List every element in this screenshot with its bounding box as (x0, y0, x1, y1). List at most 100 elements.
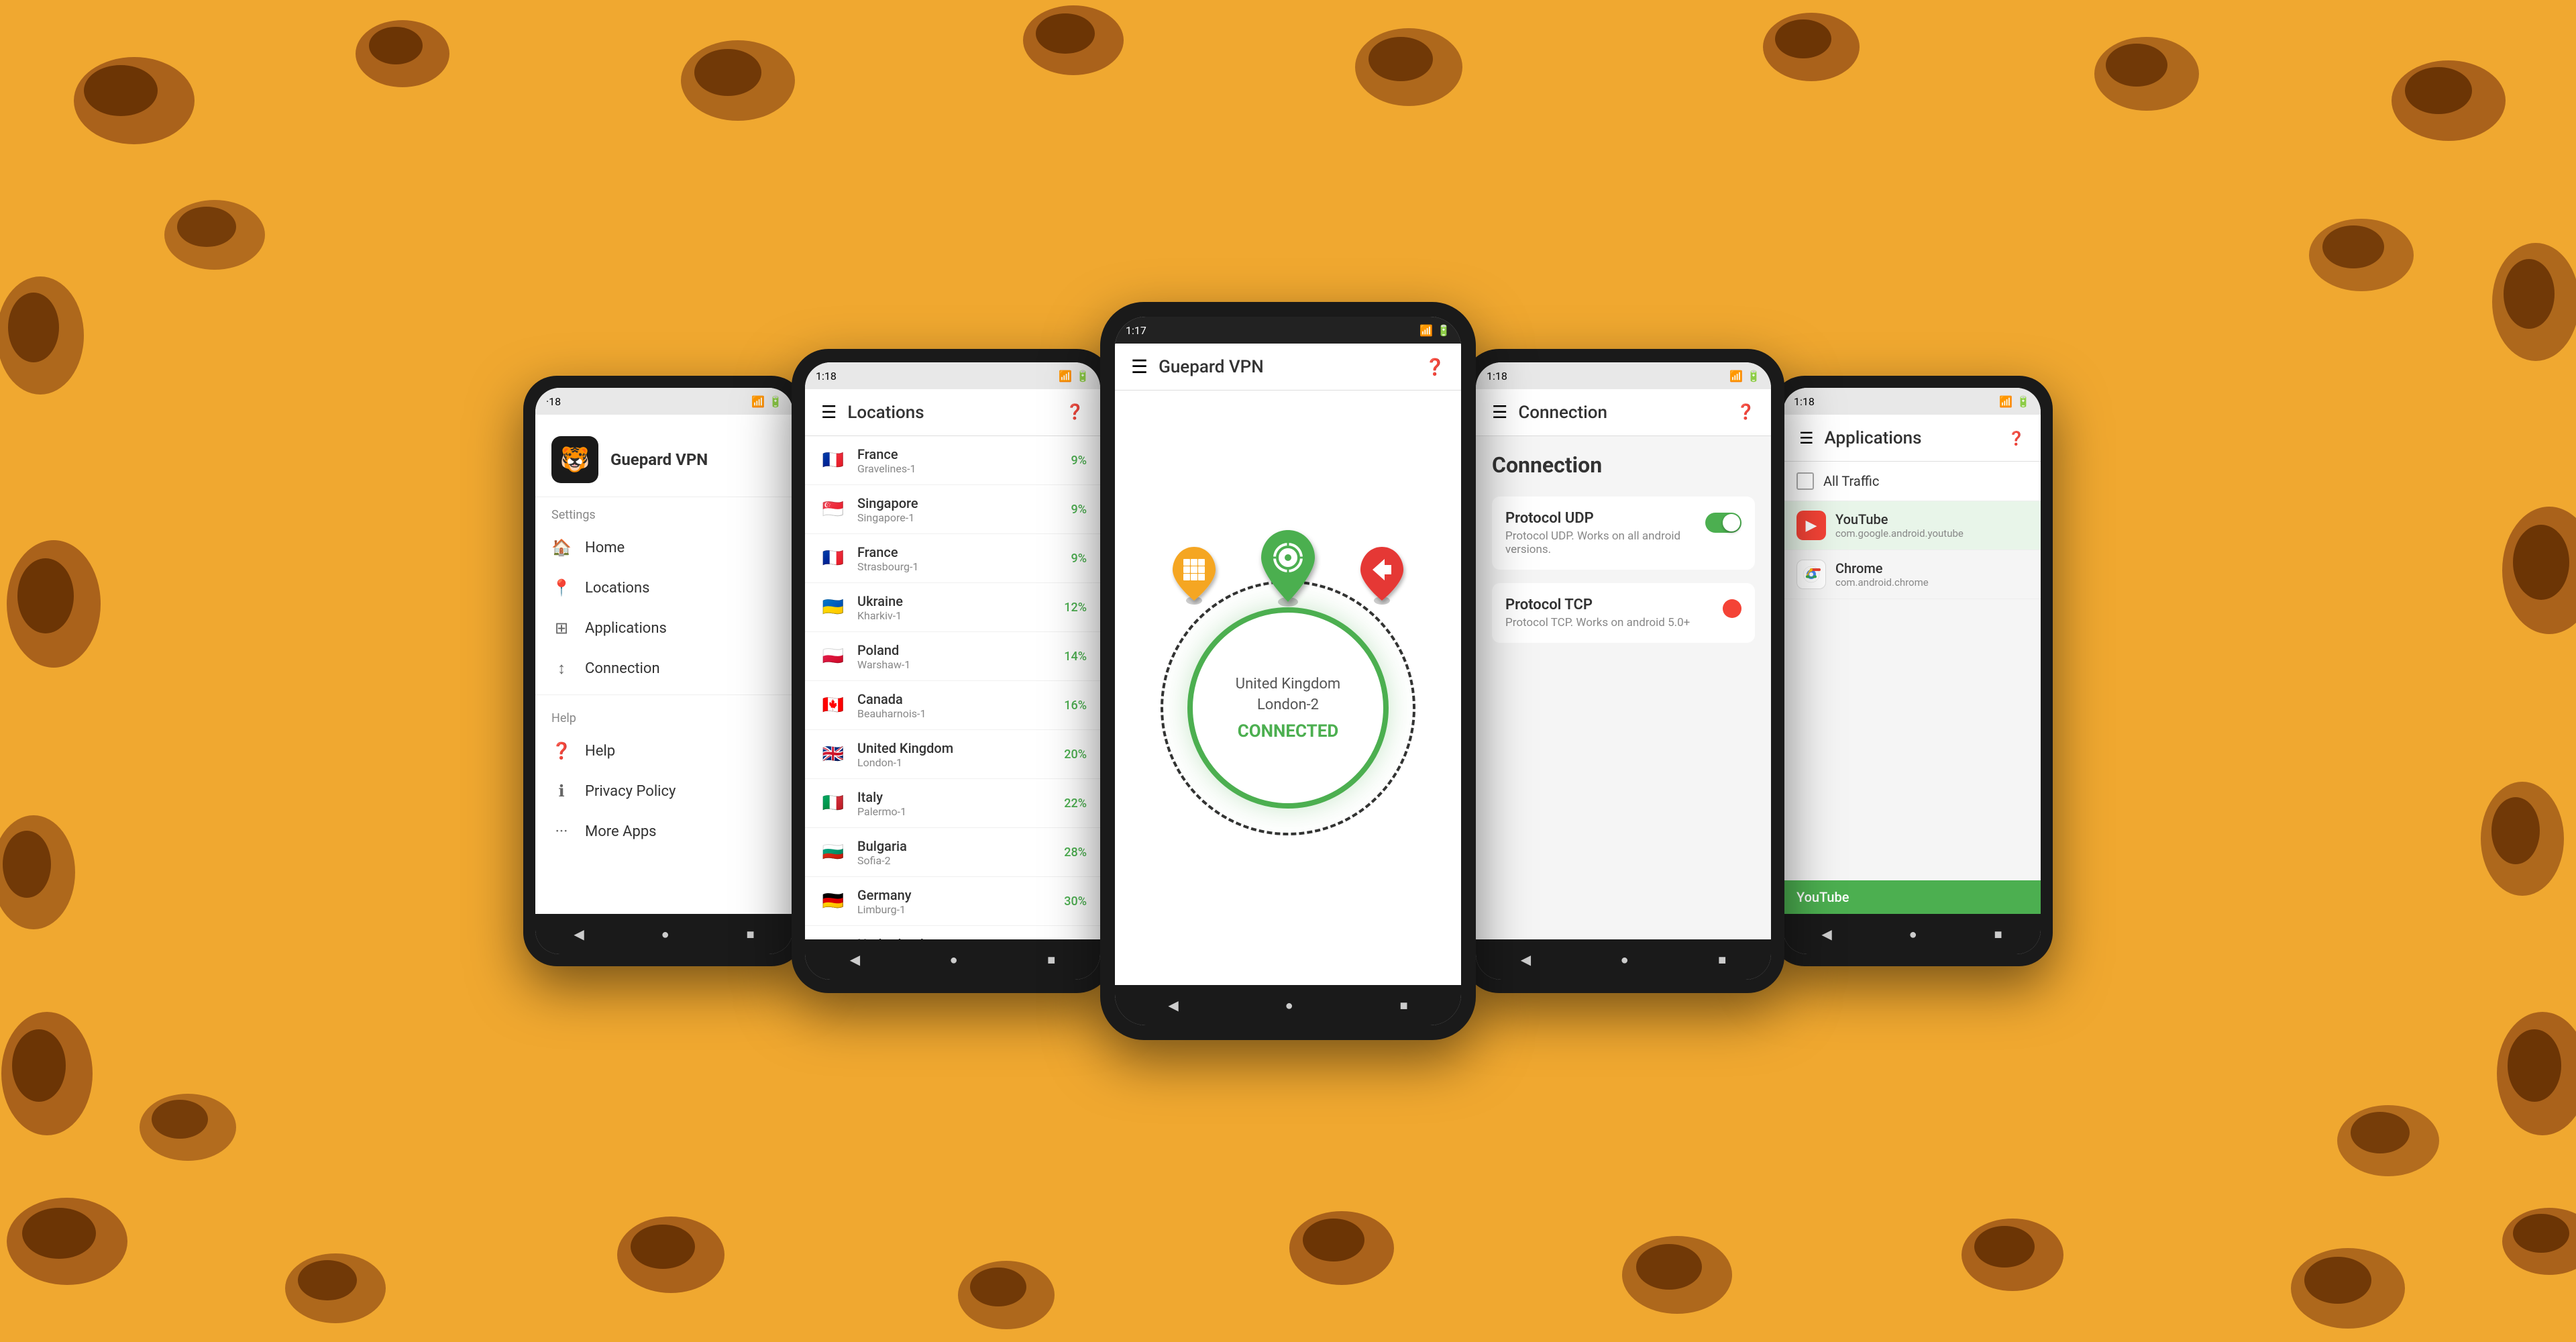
list-item[interactable]: 🇧🇬 Bulgaria Sofia-2 28% (805, 828, 1100, 877)
home-btn-2[interactable]: ● (936, 946, 971, 974)
loc-info-8: Italy Palermo-1 (857, 789, 1055, 818)
city-4: Kharkiv-1 (857, 609, 1055, 622)
status-right-2: 📶 🔋 (1059, 370, 1089, 382)
battery-icon-4: 🔋 (1747, 370, 1760, 382)
help-icon: ❓ (551, 741, 572, 760)
drawer-item-locations[interactable]: 📍 Locations (535, 568, 793, 608)
bottom-nav-1: ◀ ● ■ (535, 914, 793, 954)
help-icon-4[interactable]: ❓ (1737, 404, 1755, 421)
hamburger-icon-3[interactable]: ☰ (1131, 356, 1148, 378)
vpn-connected-status: CONNECTED (1238, 721, 1339, 741)
hamburger-icon-4[interactable]: ☰ (1492, 403, 1507, 423)
youtube-info: YouTube com.google.android.youtube (1835, 511, 2027, 539)
drawer-item-connection[interactable]: ↕ Connection (535, 648, 793, 689)
toggle-udp[interactable] (1705, 513, 1741, 533)
app-item-youtube[interactable]: ▶ YouTube com.google.android.youtube (1783, 501, 2041, 550)
drawer-item-more-apps[interactable]: ··· More Apps (535, 811, 793, 851)
youtube-name: YouTube (1835, 511, 2027, 527)
help-icon-3[interactable]: ❓ (1425, 358, 1445, 376)
city-7: London-1 (857, 756, 1055, 769)
load-6: 16% (1064, 699, 1087, 713)
drawer-header: 🐯 Guepard VPN (535, 415, 793, 497)
wifi-icon-3: 📶 (1419, 324, 1433, 337)
chrome-package: com.android.chrome (1835, 576, 2027, 588)
flag-de: 🇩🇪 (818, 886, 848, 916)
city-1: Gravelines-1 (857, 462, 1062, 475)
connection-pin-icon (1355, 540, 1409, 607)
youtube-icon: ▶ (1796, 511, 1826, 540)
status-bar-1: ·18 📶 🔋 (535, 388, 793, 415)
more-apps-icon: ··· (551, 822, 572, 841)
protocol-tcp-desc: Protocol TCP. Works on android 5.0+ (1505, 616, 1713, 629)
protocol-udp-info: Protocol UDP Protocol UDP. Works on all … (1505, 510, 1696, 556)
list-item[interactable]: 🇩🇪 Germany Limburg-1 30% (805, 877, 1100, 926)
protocol-udp: Protocol UDP Protocol UDP. Works on all … (1492, 497, 1755, 570)
status-time-5: 1:18 (1794, 395, 1815, 408)
vpn-outer-circle[interactable]: United Kingdom London-2 CONNECTED (1161, 580, 1415, 835)
back-btn-5[interactable]: ◀ (1808, 921, 1845, 947)
home-btn-3[interactable]: ● (1272, 992, 1307, 1019)
back-btn-2[interactable]: ◀ (837, 946, 873, 973)
all-traffic-row[interactable]: All Traffic (1783, 462, 2041, 501)
hamburger-icon-5[interactable]: ☰ (1799, 429, 1814, 448)
load-2: 9% (1071, 503, 1087, 517)
hamburger-icon-2[interactable]: ☰ (821, 403, 837, 423)
home-btn-1[interactable]: ● (648, 921, 683, 948)
home-btn-5[interactable]: ● (1896, 921, 1931, 948)
load-10: 30% (1064, 894, 1087, 909)
country-6: Canada (857, 691, 1055, 707)
bottom-nav-2: ◀ ● ■ (805, 939, 1100, 980)
battery-icon-1: 🔋 (769, 395, 782, 408)
country-2: Singapore (857, 495, 1062, 511)
load-5: 14% (1064, 650, 1087, 664)
load-7: 20% (1064, 747, 1087, 762)
phone-locations-inner: 1:18 📶 🔋 ☰ Locations ❓ 🇫🇷 France (805, 362, 1100, 980)
phone-applications-inner: 1:18 📶 🔋 ☰ Applications ❓ All Traffic (1783, 388, 2041, 954)
list-item[interactable]: 🇬🇧 United Kingdom London-1 20% (805, 730, 1100, 779)
vpn-main-content: United Kingdom London-2 CONNECTED (1115, 391, 1461, 985)
status-left-5: 1:18 (1794, 395, 1815, 408)
country-5: Poland (857, 642, 1055, 658)
list-item[interactable]: 🇫🇷 France Gravelines-1 9% (805, 436, 1100, 485)
back-btn-1[interactable]: ◀ (560, 921, 597, 947)
back-btn-4[interactable]: ◀ (1507, 946, 1544, 973)
drawer-item-help[interactable]: ❓ Help (535, 731, 793, 771)
drawer-item-applications[interactable]: ⊞ Applications (535, 608, 793, 648)
recent-btn-5[interactable]: ■ (1980, 921, 2015, 948)
drawer-item-privacy[interactable]: ℹ Privacy Policy (535, 771, 793, 811)
toggle-tcp[interactable] (1723, 599, 1741, 618)
list-item[interactable]: 🇫🇷 France Strasbourg-1 9% (805, 534, 1100, 583)
connection-icon: ↕ (551, 659, 572, 678)
status-time-2: 1:18 (816, 370, 837, 382)
home-label: Home (585, 539, 625, 556)
list-item[interactable]: 🇸🇬 Singapore Singapore-1 9% (805, 485, 1100, 534)
app-item-chrome[interactable]: Chrome com.android.chrome (1783, 550, 2041, 599)
all-traffic-checkbox[interactable] (1796, 472, 1814, 490)
city-5: Warshaw-1 (857, 658, 1055, 671)
vpn-app-bar: ☰ Guepard VPN ❓ (1115, 344, 1461, 391)
help-icon-2[interactable]: ❓ (1066, 404, 1084, 421)
home-btn-4[interactable]: ● (1607, 946, 1642, 974)
recent-btn-4[interactable]: ■ (1705, 946, 1739, 974)
logo-emoji: 🐯 (560, 446, 590, 474)
recent-btn-3[interactable]: ■ (1386, 992, 1421, 1019)
city-3: Strasbourg-1 (857, 560, 1062, 573)
connection-app-bar: ☰ Connection ❓ (1476, 389, 1771, 436)
chrome-icon (1796, 560, 1826, 589)
help-icon-5[interactable]: ❓ (2008, 430, 2025, 446)
list-item[interactable]: 🇳🇱 Netherlands Amsterdam-1 44% (805, 926, 1100, 939)
recent-btn-2[interactable]: ■ (1034, 946, 1069, 974)
list-item[interactable]: 🇮🇹 Italy Palermo-1 22% (805, 779, 1100, 828)
back-btn-3[interactable]: ◀ (1155, 992, 1191, 1019)
list-item[interactable]: 🇨🇦 Canada Beauharnois-1 16% (805, 681, 1100, 730)
apps-content: All Traffic ▶ YouTube com.google.android… (1783, 462, 2041, 880)
drawer-item-home[interactable]: 🏠 Home (535, 527, 793, 568)
battery-icon-2: 🔋 (1076, 370, 1089, 382)
list-item[interactable]: 🇵🇱 Poland Warshaw-1 14% (805, 632, 1100, 681)
city-10: Limburg-1 (857, 903, 1055, 916)
list-item[interactable]: 🇺🇦 Ukraine Kharkiv-1 12% (805, 583, 1100, 632)
recent-btn-1[interactable]: ■ (733, 921, 767, 948)
status-right-1: 📶 🔋 (751, 395, 782, 408)
drawer-app-name: Guepard VPN (610, 450, 708, 469)
help-item-label: Help (585, 743, 615, 760)
